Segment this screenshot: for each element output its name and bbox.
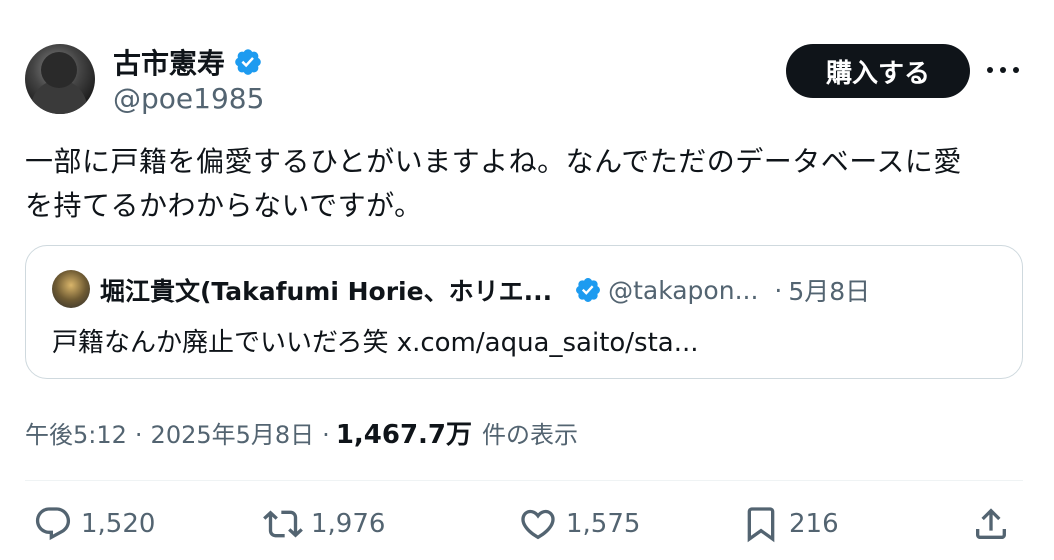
tweet-time[interactable]: 午後5:12 <box>25 415 127 450</box>
quoted-tweet-text: 戸籍なんか廃止でいいだろ笑 x.com/aqua_saito/sta... <box>52 328 699 358</box>
separator-dot: · <box>322 421 330 449</box>
tweet-date[interactable]: 2025年5月8日 <box>151 415 315 450</box>
bookmark-button[interactable]: 216 <box>741 500 839 548</box>
divider <box>25 480 1023 481</box>
buy-button[interactable]: 購入する <box>786 44 970 98</box>
separator-dot: · <box>774 275 783 305</box>
action-bar: 1,520 1,976 1,575 216 <box>25 500 1025 548</box>
bookmark-icon <box>747 507 775 543</box>
tweet-text-line-2: を持てるかわからないですが。 <box>25 189 423 222</box>
separator-dot: · <box>134 421 143 449</box>
share-button[interactable] <box>971 500 1011 548</box>
reply-icon <box>35 507 71 541</box>
tweet-meta: 午後5:12 · 2025年5月8日 · 1,467.7万 件の表示 <box>25 414 578 451</box>
quoted-author-name: 堀江貴文(Takafumi Horie、ホリエ... <box>100 277 553 306</box>
share-icon <box>976 508 1006 539</box>
view-count-label: 件の表示 <box>482 421 579 449</box>
quoted-tweet-header: 堀江貴文(Takafumi Horie、ホリエ... @takapon... ·… <box>100 272 870 308</box>
retweet-icon <box>263 510 303 538</box>
reply-button[interactable]: 1,520 <box>33 500 155 548</box>
view-count[interactable]: 1,467.7万 <box>336 414 472 451</box>
quoted-tweet-card[interactable]: 堀江貴文(Takafumi Horie、ホリエ... @takapon... ·… <box>25 245 1023 379</box>
like-button[interactable]: 1,575 <box>518 500 640 548</box>
retweet-count: 1,976 <box>311 509 386 539</box>
quoted-tweet-date: 5月8日 <box>788 277 871 306</box>
verified-badge-icon <box>235 49 261 75</box>
more-dots-icon[interactable] <box>987 60 1023 80</box>
author-name-row: 古市憲寿 <box>113 42 263 82</box>
tweet-text: 一部に戸籍を偏愛するひとがいますよね。なんでただのデータベースに愛 を持てるかわ… <box>25 140 1025 228</box>
quoted-author-avatar <box>52 270 90 308</box>
dot <box>1013 67 1019 73</box>
author-avatar[interactable] <box>25 44 95 114</box>
verified-badge-icon <box>576 278 601 302</box>
author-handle[interactable]: @poe1985 <box>113 82 264 115</box>
heart-icon <box>521 509 555 540</box>
like-count: 1,575 <box>566 509 641 539</box>
reply-count: 1,520 <box>81 509 156 539</box>
dot <box>1000 67 1006 73</box>
author-display-name[interactable]: 古市憲寿 <box>113 42 225 82</box>
quoted-author-handle: @takapon... <box>608 275 759 305</box>
dot <box>987 67 993 73</box>
bookmark-count: 216 <box>789 509 839 539</box>
tweet-text-line-1: 一部に戸籍を偏愛するひとがいますよね。なんでただのデータベースに愛 <box>25 145 962 178</box>
retweet-button[interactable]: 1,976 <box>263 500 385 548</box>
